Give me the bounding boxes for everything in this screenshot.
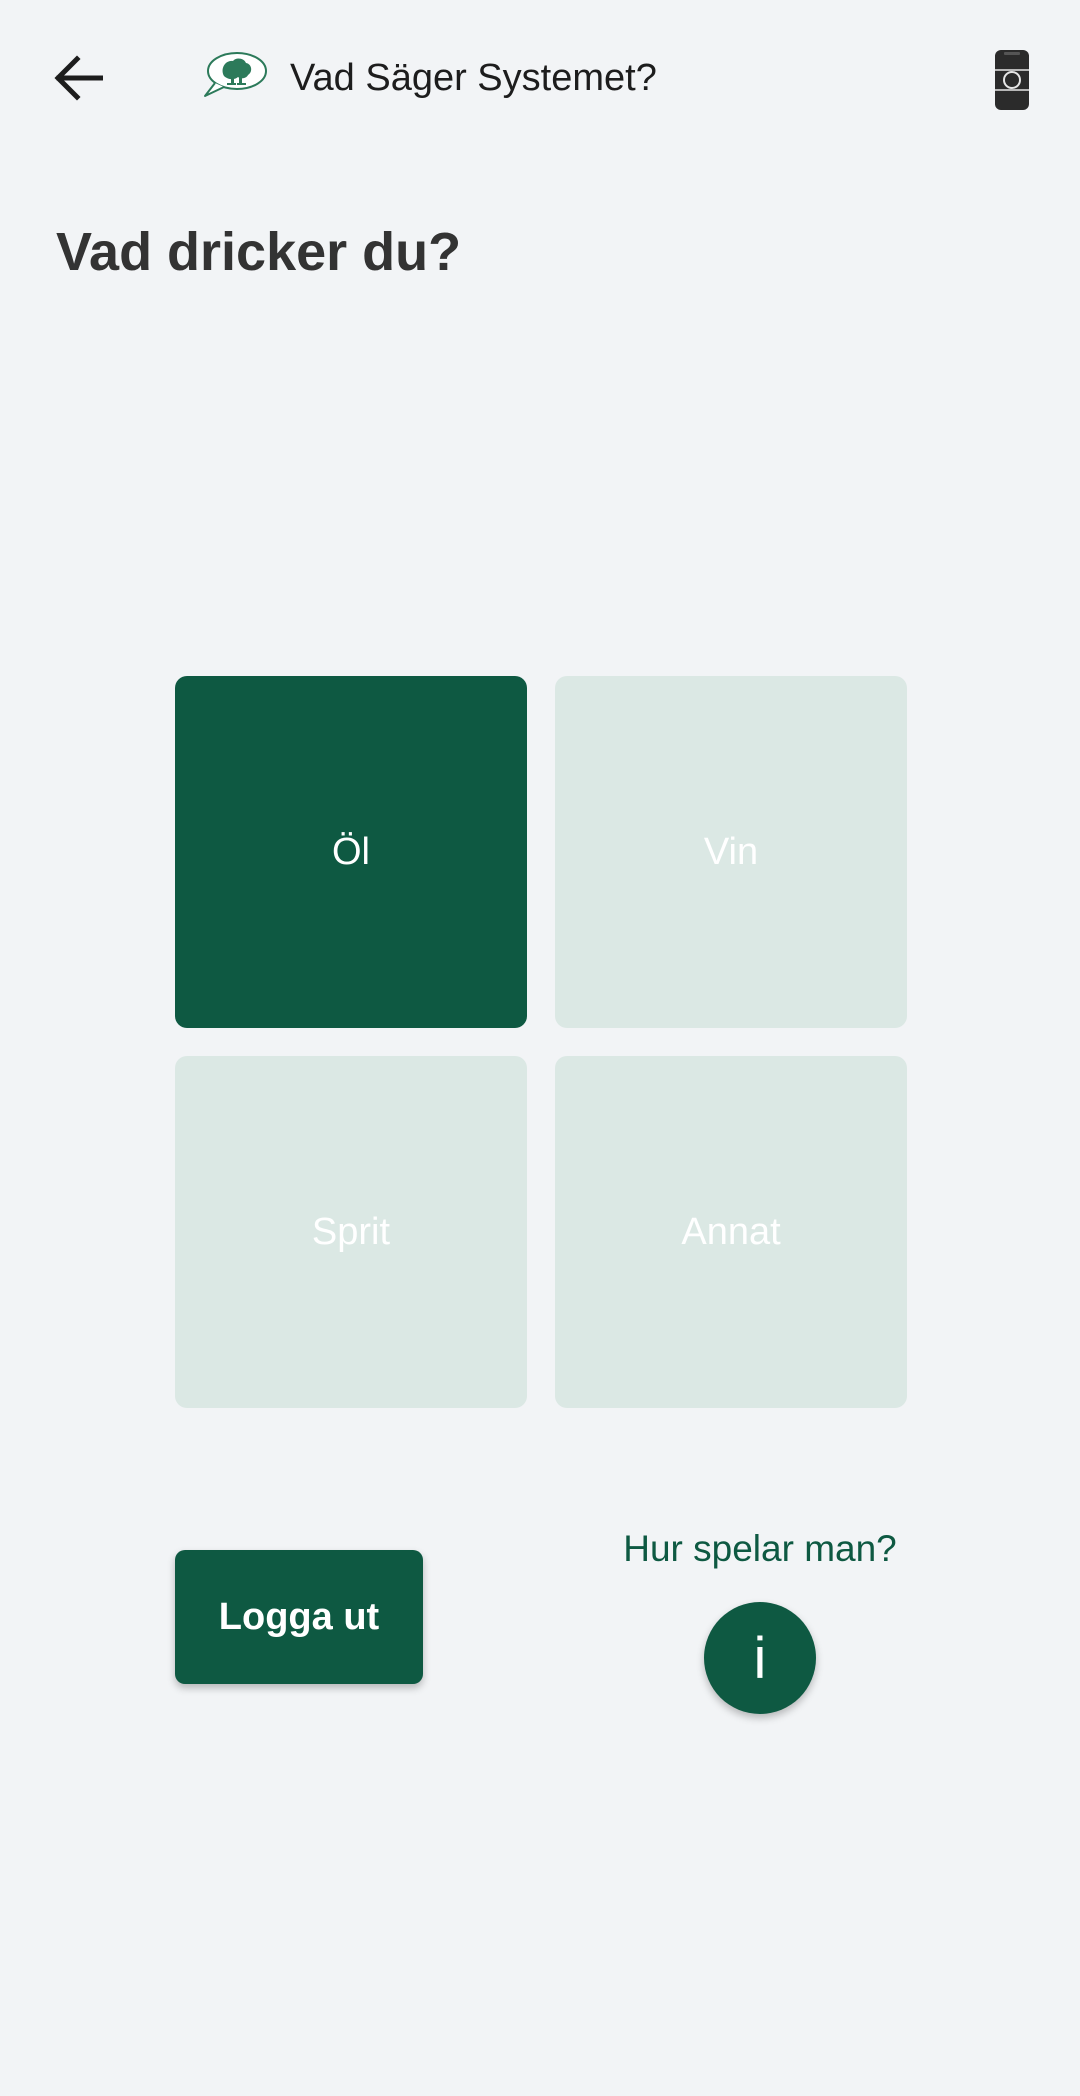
page-heading: Vad dricker du? [56,222,462,282]
category-tile-ol[interactable]: Öl [175,676,527,1028]
phone-button[interactable] [984,40,1040,120]
app-title: Vad Säger Systemet? [290,57,657,99]
phone-icon [995,50,1029,110]
arrow-left-icon [54,55,103,101]
category-tile-sprit[interactable]: Sprit [175,1056,527,1408]
app-logo-icon [204,52,267,97]
category-tile-vin[interactable]: Vin [555,676,907,1028]
app-bar: Vad Säger Systemet? [0,0,1080,156]
how-to-play-link[interactable]: Hur spelar man? [560,1525,960,1573]
info-button[interactable]: i [704,1602,816,1714]
category-tile-annat[interactable]: Annat [555,1056,907,1408]
back-button[interactable] [40,40,116,116]
logout-button[interactable]: Logga ut [175,1550,423,1684]
info-icon: i [753,1625,767,1691]
